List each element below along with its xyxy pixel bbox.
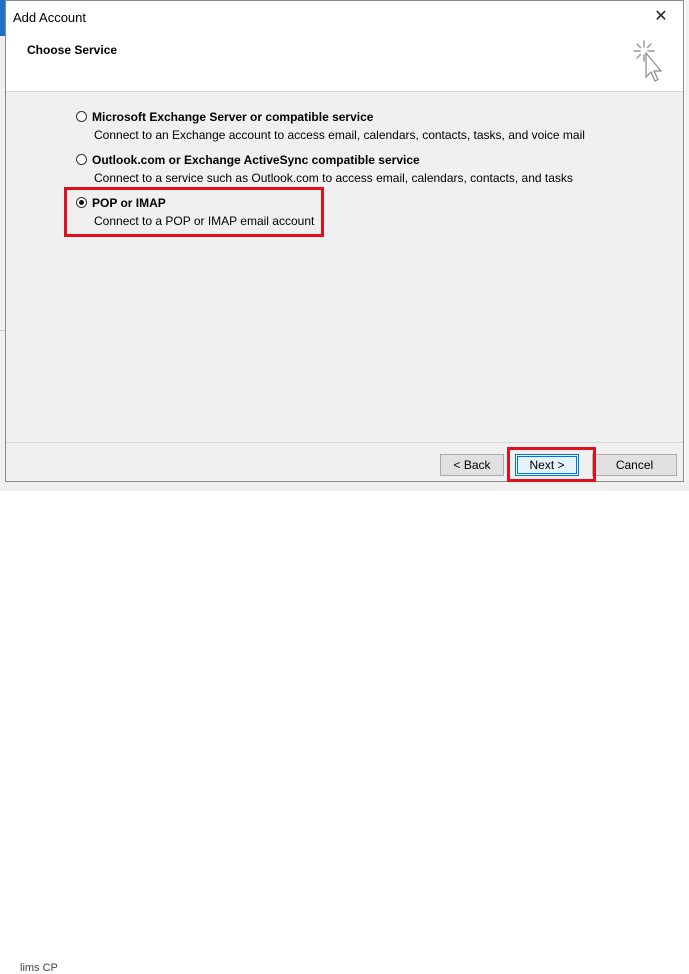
close-icon[interactable]: ✕ <box>639 1 683 31</box>
back-button[interactable]: < Back <box>440 454 504 476</box>
cancel-button[interactable]: Cancel <box>592 454 677 476</box>
add-account-dialog: Add Account ✕ Choose Service Microsoft E… <box>5 0 684 482</box>
background-text: lims CP <box>20 962 58 974</box>
highlight-box-pop-imap <box>64 187 324 237</box>
option-exchange-description: Connect to an Exchange account to access… <box>94 128 585 142</box>
radio-outlook-com[interactable] <box>76 154 87 165</box>
footer-divider <box>6 442 683 443</box>
radio-exchange[interactable] <box>76 111 87 122</box>
highlight-box-next <box>507 447 596 482</box>
background-app-right <box>685 0 689 491</box>
window-title: Add Account <box>13 10 86 25</box>
setup-wizard-icon <box>633 40 663 82</box>
option-outlook-com-label: Outlook.com or Exchange ActiveSync compa… <box>92 153 420 167</box>
wizard-header: Choose Service <box>6 31 683 92</box>
service-options: Microsoft Exchange Server or compatible … <box>6 92 683 442</box>
page-title: Choose Service <box>27 43 118 57</box>
title-bar: Add Account ✕ <box>6 1 683 31</box>
option-exchange-label: Microsoft Exchange Server or compatible … <box>92 110 374 124</box>
option-outlook-com-description: Connect to a service such as Outlook.com… <box>94 171 573 185</box>
